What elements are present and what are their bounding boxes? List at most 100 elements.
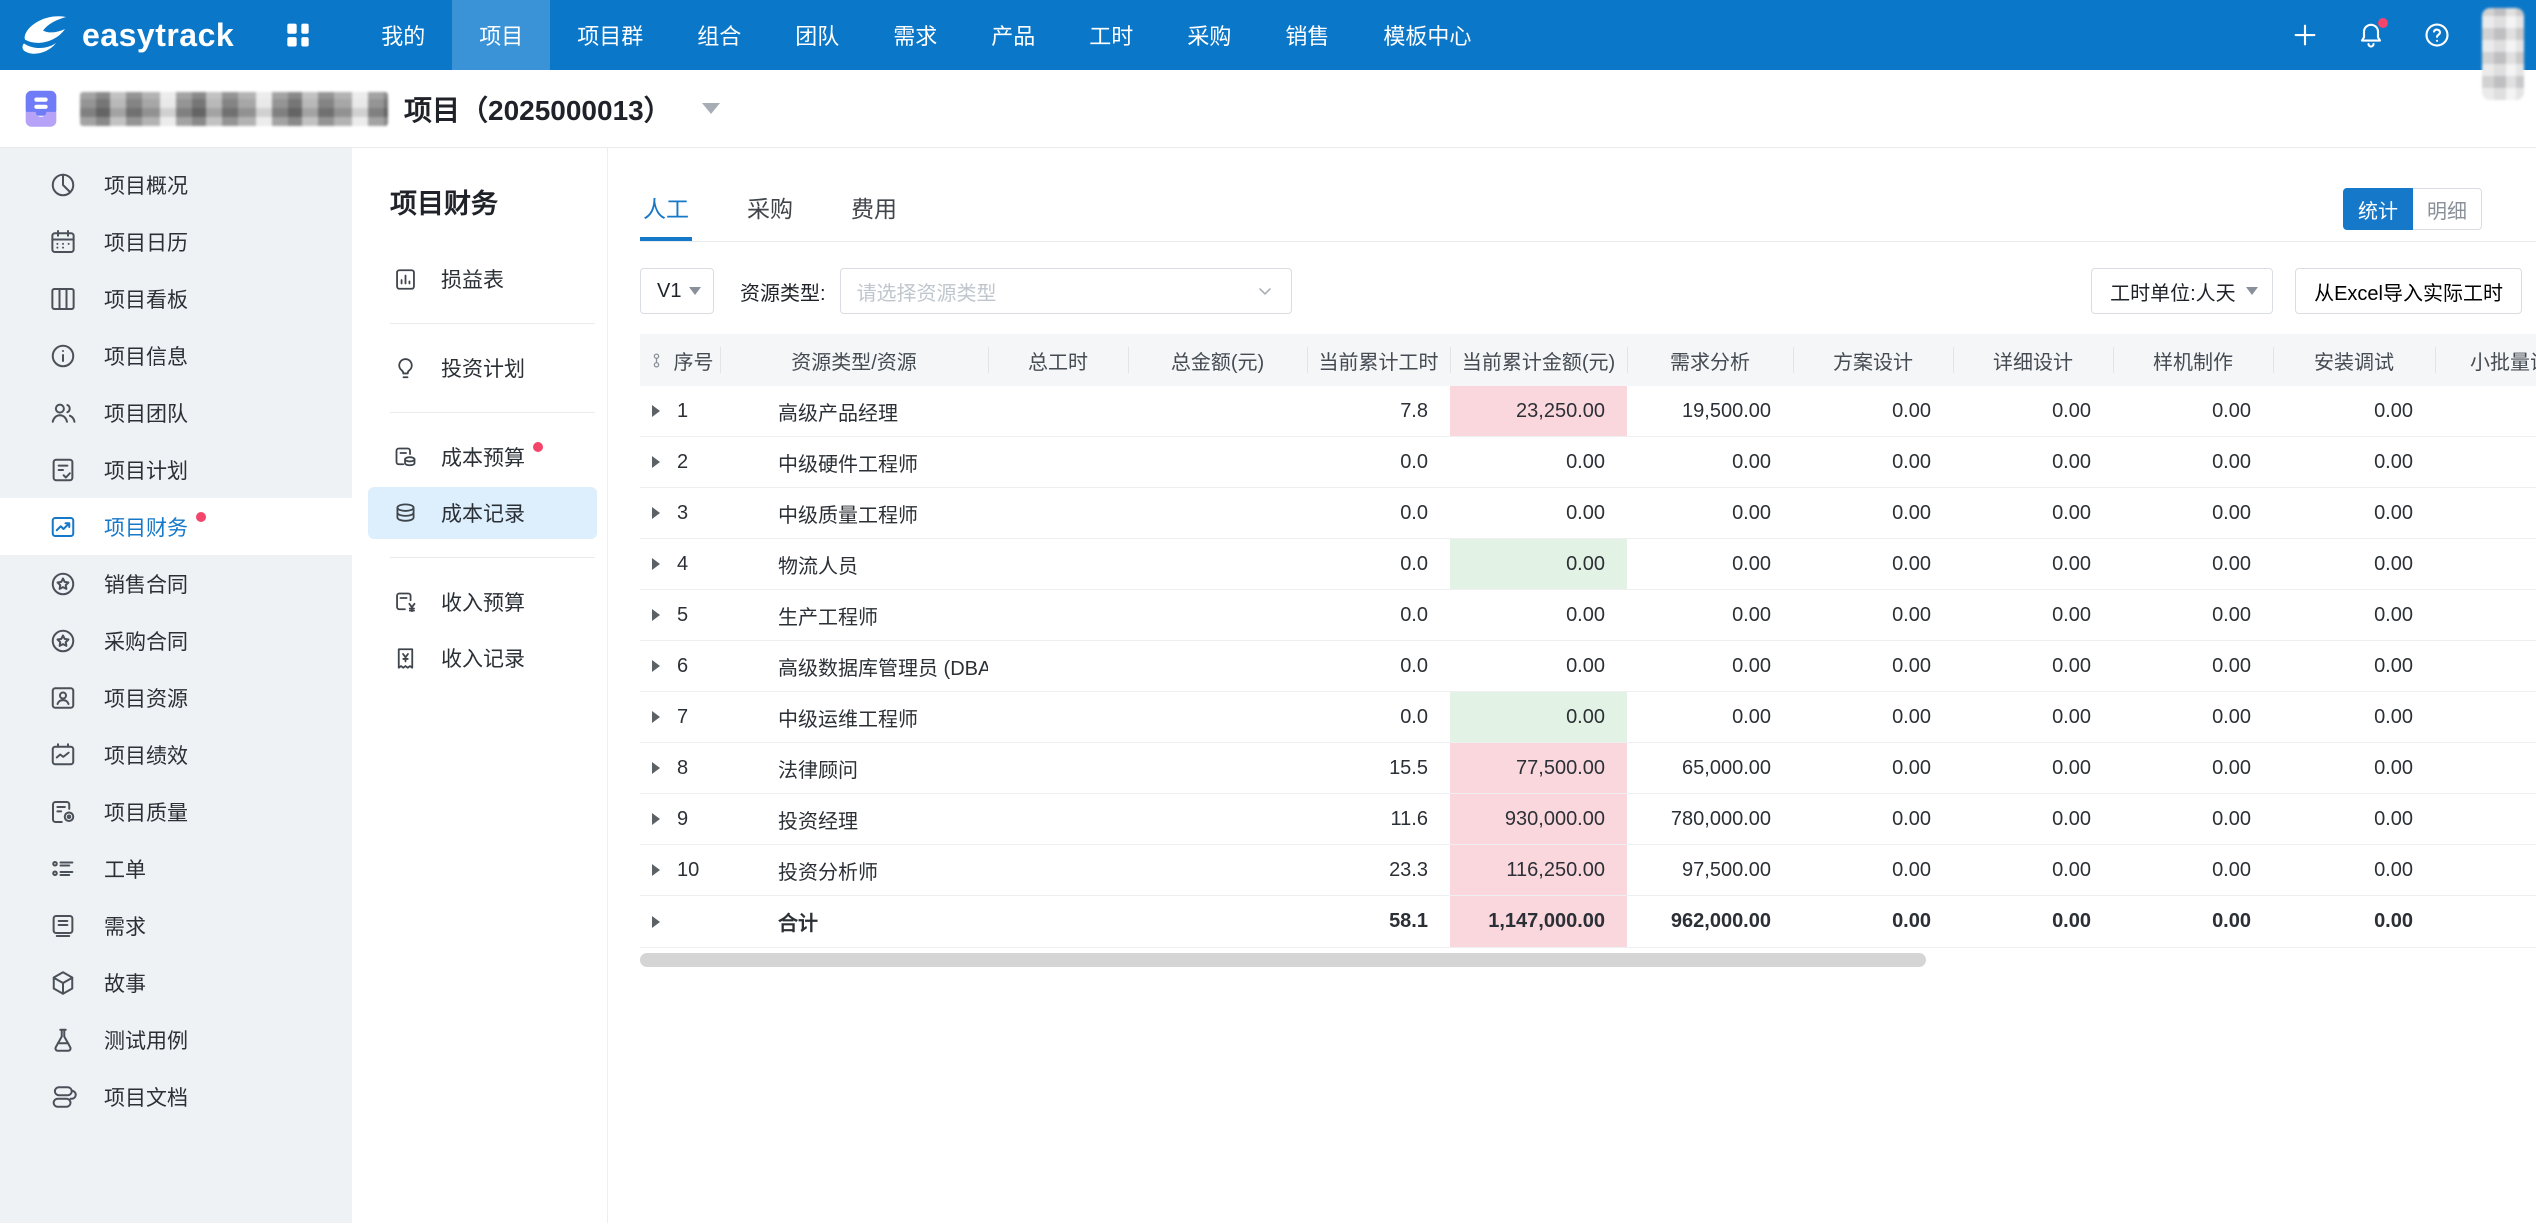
sidebar-item-销售合同[interactable]: 销售合同 [0,555,352,612]
value-cell [1128,743,1307,793]
resource-type-placeholder: 请选择资源类型 [857,277,997,306]
row-index-cell: 1 [640,386,720,436]
quality-icon [48,797,78,827]
row-index-cell: 5 [640,590,720,640]
hour-unit-select[interactable]: 工时单位:人天 [2091,268,2273,314]
expand-icon[interactable] [652,813,660,825]
project-title[interactable]: 项目（2025000013） [404,89,672,129]
sidebar-item-项目日历[interactable]: 项目日历 [0,213,352,270]
column-header-label: 序号 [674,346,714,375]
sidebar-item-工单[interactable]: 工单 [0,840,352,897]
nav-item-我的[interactable]: 我的 [354,0,452,70]
table-row: 9投资经理11.6930,000.00780,000.000.000.000.0… [640,794,2536,845]
sidebar-item-故事[interactable]: 故事 [0,954,352,1011]
plus-icon[interactable] [2290,20,2320,50]
column-header-label: 详细设计 [1993,346,2073,375]
column-header-4: 总金额(元) [1128,334,1307,386]
sidebar-item-label: 项目信息 [104,341,188,371]
expand-icon[interactable] [652,456,660,468]
sidebar-item-采购合同[interactable]: 采购合同 [0,612,352,669]
sidebar-item-项目看板[interactable]: 项目看板 [0,270,352,327]
value-cell [988,743,1128,793]
expand-icon[interactable] [652,507,660,519]
expand-icon[interactable] [652,405,660,417]
nav-item-需求[interactable]: 需求 [866,0,964,70]
nav-item-工时[interactable]: 工时 [1062,0,1160,70]
resource-name-cell: 生产工程师 [720,590,988,640]
tab-费用[interactable]: 费用 [848,190,900,241]
sidebar-item-项目质量[interactable]: 项目质量 [0,783,352,840]
sidebar-item-项目绩效[interactable]: 项目绩效 [0,726,352,783]
resource-name-cell: 法律顾问 [720,743,988,793]
expand-icon[interactable] [652,660,660,672]
nav-item-采购[interactable]: 采购 [1160,0,1258,70]
tab-人工[interactable]: 人工 [640,190,692,241]
horizontal-scrollbar-thumb[interactable] [640,953,1926,967]
toggle-明细[interactable]: 明细 [2413,188,2482,230]
value-cell: 0.00 [1953,386,2113,436]
help-icon[interactable] [2422,20,2452,50]
sidebar-item-项目文档[interactable]: 项目文档 [0,1068,352,1125]
tab-采购[interactable]: 采购 [744,190,796,241]
submenu-item-成本记录[interactable]: 成本记录 [368,487,597,539]
submenu-item-损益表[interactable]: 损益表 [368,253,597,305]
red-dot-badge [533,442,543,452]
sidebar-item-项目资源[interactable]: 项目资源 [0,669,352,726]
sidebar-item-项目计划[interactable]: 项目计划 [0,441,352,498]
value-cell [988,845,1128,895]
resource-type-select[interactable]: 请选择资源类型 [840,268,1292,314]
sidebar-item-label: 工单 [104,854,146,884]
nav-item-组合[interactable]: 组合 [670,0,768,70]
sidebar-item-需求[interactable]: 需求 [0,897,352,954]
import-excel-button[interactable]: 从Excel导入实际工时 [2295,268,2522,314]
expand-icon[interactable] [652,558,660,570]
sidebar-item-测试用例[interactable]: 测试用例 [0,1011,352,1068]
divider [390,323,595,324]
submenu-title: 项目财务 [352,182,607,221]
nav-item-项目[interactable]: 项目 [452,0,550,70]
value-cell: 0.00 [1627,641,1793,691]
chevron-down-icon[interactable] [702,103,720,114]
row-index-cell: 4 [640,539,720,589]
expand-icon[interactable] [652,916,660,928]
submenu-item-收入预算[interactable]: 收入预算 [368,576,597,628]
nav-item-销售[interactable]: 销售 [1258,0,1356,70]
brand[interactable]: easytrack [0,12,258,58]
value-cell: 116,250.00 [1450,845,1627,895]
nav-item-项目群[interactable]: 项目群 [550,0,670,70]
expand-icon[interactable] [652,609,660,621]
table-header: 序号资源类型/资源总工时总金额(元)当前累计工时当前累计金额(元)需求分析方案设… [640,334,2536,386]
cost-record-icon [392,500,419,527]
value-cell: 0.00 [1953,539,2113,589]
info-icon [48,341,78,371]
version-select[interactable]: V1 [640,268,714,314]
submenu-item-成本预算[interactable]: 成本预算 [368,431,597,483]
row-index: 4 [677,553,688,576]
expand-icon[interactable] [652,711,660,723]
nav-item-产品[interactable]: 产品 [964,0,1062,70]
column-header-label: 需求分析 [1670,346,1750,375]
nav-item-团队[interactable]: 团队 [768,0,866,70]
apps-grid-icon[interactable] [282,19,314,51]
submenu-item-收入记录[interactable]: 收入记录 [368,632,597,684]
expand-icon[interactable] [652,864,660,876]
avatar[interactable] [2482,8,2524,100]
sidebar-item-项目信息[interactable]: 项目信息 [0,327,352,384]
team-icon [48,398,78,428]
sidebar-item-项目团队[interactable]: 项目团队 [0,384,352,441]
value-cell: 780,000.00 [1627,794,1793,844]
expand-icon[interactable] [652,762,660,774]
plan-icon [48,455,78,485]
bell-icon[interactable] [2356,20,2386,50]
toggle-统计[interactable]: 统计 [2343,188,2413,230]
submenu-item-label: 投资计划 [441,353,525,383]
row-index: 5 [677,604,688,627]
row-index: 3 [677,502,688,525]
lightbulb-icon [392,355,419,382]
row-index-cell: 8 [640,743,720,793]
value-cell: 65,000.00 [1627,743,1793,793]
submenu-item-投资计划[interactable]: 投资计划 [368,342,597,394]
sidebar-item-项目财务[interactable]: 项目财务 [0,498,352,555]
sidebar-item-项目概况[interactable]: 项目概况 [0,156,352,213]
nav-item-模板中心[interactable]: 模板中心 [1356,0,1498,70]
